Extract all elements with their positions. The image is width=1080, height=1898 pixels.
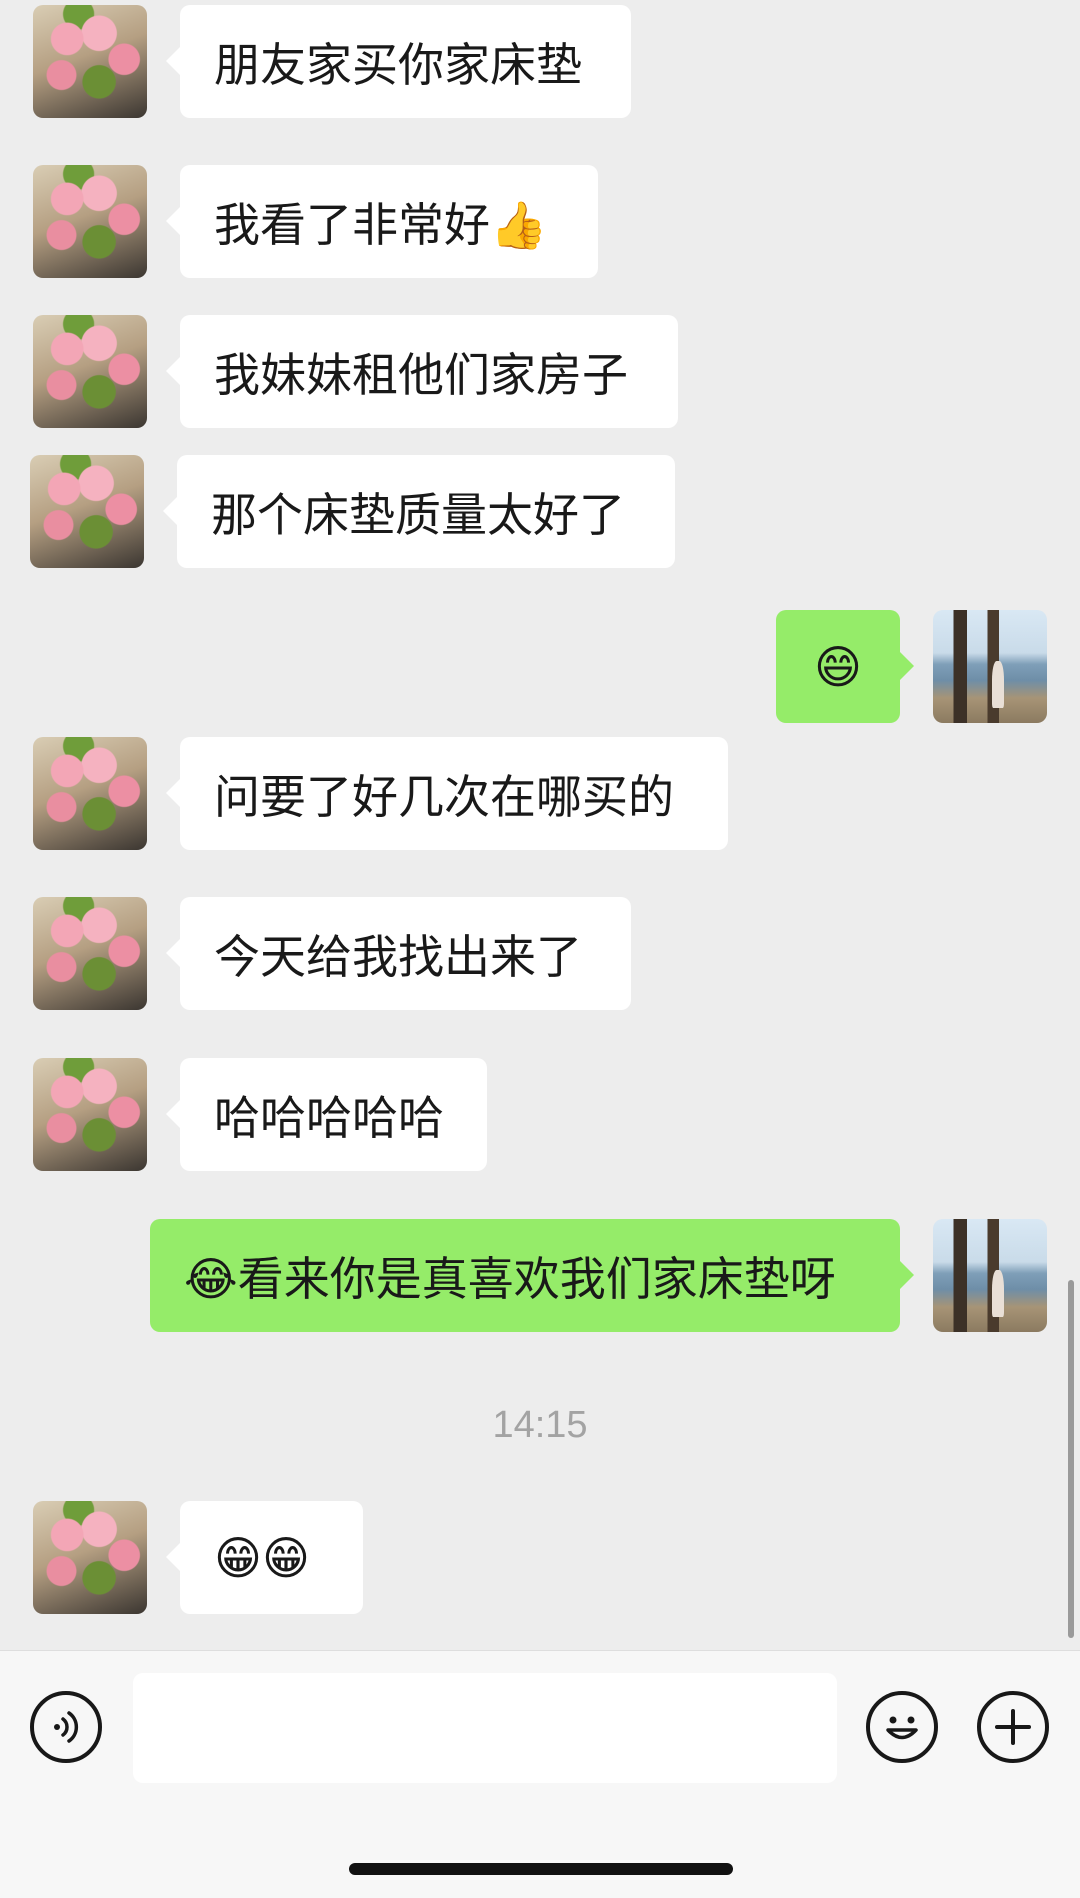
- message-row: 我看了非常好👍: [0, 165, 1080, 278]
- timestamp: 14:15: [492, 1404, 588, 1446]
- message-row: 朋友家买你家床垫: [0, 5, 1080, 118]
- voice-icon: [54, 1711, 79, 1743]
- message-text: 朋友家买你家床垫: [214, 37, 582, 92]
- message-bubble[interactable]: 今天给我找出来了: [166, 897, 631, 1010]
- user-avatar[interactable]: [933, 610, 1047, 723]
- message-row: 今天给我找出来了: [0, 897, 1080, 1010]
- message-row: 😄: [0, 610, 1080, 723]
- message-text: 哈哈哈哈哈: [214, 1090, 444, 1145]
- emoji-icon: [886, 1716, 918, 1740]
- message-text: 问要了好几次在哪买的: [214, 769, 674, 824]
- message-bubble[interactable]: 问要了好几次在哪买的: [166, 737, 728, 850]
- message-text: 😁😁: [214, 1530, 310, 1585]
- message-text: 那个床垫质量太好了: [211, 487, 625, 542]
- input-toolbar: [0, 1650, 1080, 1898]
- message-row: 😁😁: [0, 1501, 1080, 1614]
- contact-avatar[interactable]: [33, 1058, 147, 1171]
- user-avatar[interactable]: [933, 1219, 1047, 1332]
- message-input[interactable]: [133, 1673, 837, 1783]
- message-row: 哈哈哈哈哈: [0, 1058, 1080, 1171]
- contact-avatar[interactable]: [33, 897, 147, 1010]
- plus-button[interactable]: [977, 1691, 1049, 1763]
- contact-avatar[interactable]: [30, 455, 144, 568]
- contact-avatar[interactable]: [33, 165, 147, 278]
- message-text: 我看了非常好👍: [214, 197, 548, 252]
- message-bubble[interactable]: 我看了非常好👍: [166, 165, 598, 278]
- message-bubble[interactable]: 朋友家买你家床垫: [166, 5, 631, 118]
- message-row: 😂看来你是真喜欢我们家床垫呀: [0, 1219, 1080, 1332]
- message-text: 😂看来你是真喜欢我们家床垫呀: [184, 1251, 836, 1306]
- scrollbar[interactable]: [1068, 1280, 1074, 1638]
- voice-button[interactable]: [30, 1691, 102, 1763]
- message-bubble[interactable]: 😄: [776, 610, 914, 723]
- chat-history[interactable]: 朋友家买你家床垫 我看了非常好👍 我妹妹租他们家房子 那个床垫质量太好了 😄 问…: [0, 0, 1080, 1650]
- message-bubble[interactable]: 我妹妹租他们家房子: [166, 315, 678, 428]
- contact-avatar[interactable]: [33, 5, 147, 118]
- message-row: 那个床垫质量太好了: [0, 455, 1080, 568]
- plus-icon: [995, 1709, 1031, 1745]
- contact-avatar[interactable]: [33, 737, 147, 850]
- message-bubble[interactable]: 哈哈哈哈哈: [166, 1058, 487, 1171]
- message-text: 我妹妹租他们家房子: [214, 347, 628, 402]
- message-bubble[interactable]: 😂看来你是真喜欢我们家床垫呀: [150, 1219, 914, 1332]
- message-text: 😄: [814, 639, 862, 694]
- message-row: 问要了好几次在哪买的: [0, 737, 1080, 850]
- emoji-button[interactable]: [866, 1691, 938, 1763]
- message-bubble[interactable]: 那个床垫质量太好了: [163, 455, 675, 568]
- home-indicator[interactable]: [349, 1863, 733, 1875]
- message-bubble[interactable]: 😁😁: [166, 1501, 363, 1614]
- contact-avatar[interactable]: [33, 1501, 147, 1614]
- message-row: 我妹妹租他们家房子: [0, 315, 1080, 428]
- contact-avatar[interactable]: [33, 315, 147, 428]
- message-text: 今天给我找出来了: [214, 929, 582, 984]
